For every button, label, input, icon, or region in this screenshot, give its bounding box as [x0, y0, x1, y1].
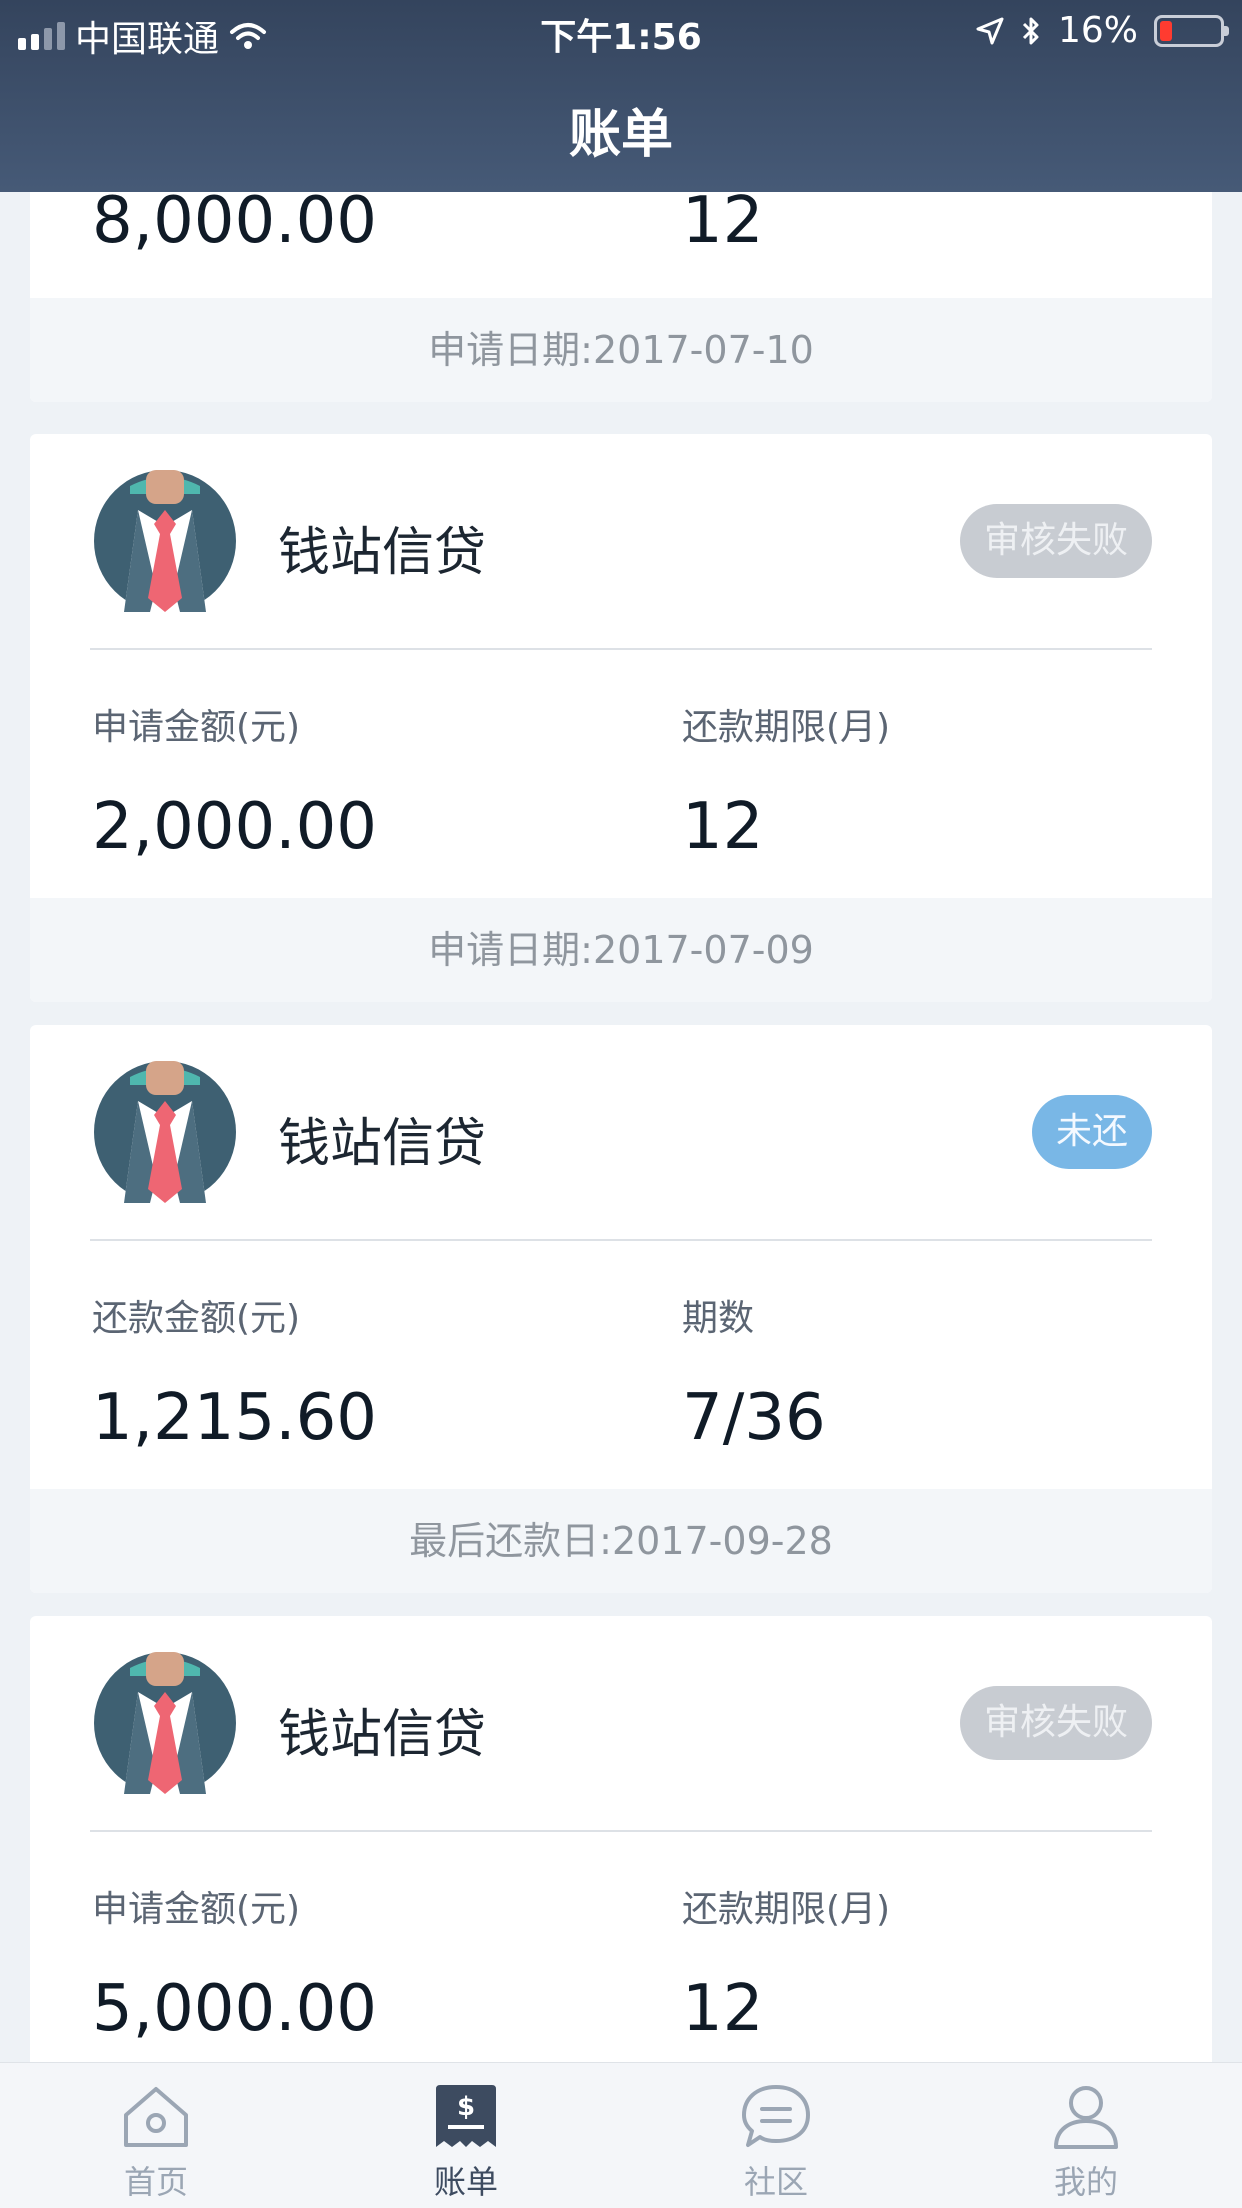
card-footer-date: 申请日期:2017-07-09 [30, 898, 1212, 1002]
card-footer-date: 申请日期:2017-07-10 [30, 298, 1212, 402]
lender-avatar-icon [94, 470, 236, 612]
lender-avatar-icon [94, 1652, 236, 1794]
repay-amount-label: 还款金额(元) [92, 1298, 301, 1339]
user-icon [1054, 2086, 1118, 2149]
tab-home-label: 首页 [123, 2163, 188, 2201]
term-value: 12 [682, 184, 764, 258]
period-value: 7/36 [682, 1381, 826, 1455]
status-badge: 审核失败 [959, 504, 1152, 578]
page-title: 账单 [568, 105, 673, 165]
amount-value: 8,000.00 [92, 184, 377, 258]
bill-card[interactable]: 钱站信贷 审核失败 申请金额(元) 2,000.00 还款期限(月) 12 申请… [30, 434, 1212, 1002]
tab-mine[interactable]: 我的 [996, 2081, 1176, 2203]
status-bar: 中国联通 下午1:56 16% [0, 0, 1242, 64]
amount-label: 申请金额(元) [92, 707, 301, 748]
status-badge: 审核失败 [959, 1686, 1152, 1760]
tab-bill-label: 账单 [433, 2163, 498, 2201]
tab-mine-label: 我的 [1053, 2163, 1118, 2201]
nav-header: 中国联通 下午1:56 16% 账单 [0, 0, 1242, 192]
bill-card[interactable]: 钱站信贷 未还 还款金额(元) 1,215.60 期数 7/36 最后还款日:2… [30, 1025, 1212, 1593]
term-value: 12 [682, 1972, 764, 2046]
card-footer-due-date: 最后还款日:2017-09-28 [30, 1489, 1212, 1593]
tab-community-label: 社区 [743, 2163, 808, 2201]
amount-label: 申请金额(元) [92, 1889, 301, 1930]
battery-icon [1154, 14, 1229, 47]
tab-bar: 首页 $ 账单 社区 我的 [0, 2062, 1242, 2208]
lender-avatar-icon [94, 1061, 236, 1203]
lender-name: 钱站信贷 [278, 1705, 487, 1765]
tab-community[interactable]: 社区 [686, 2081, 866, 2203]
repay-amount-value: 1,215.60 [92, 1381, 377, 1455]
location-arrow-icon [976, 17, 1004, 44]
bill-card[interactable]: 钱站信贷 审核失败 申请金额(元) 5,000.00 还款期限(月) 12 [30, 1616, 1212, 2136]
tab-home[interactable]: 首页 [66, 2081, 246, 2203]
term-value: 12 [682, 790, 764, 864]
battery-percent: 16% [1057, 10, 1138, 51]
bluetooth-icon [1022, 17, 1039, 44]
svg-text:$: $ [457, 2092, 475, 2122]
term-label: 还款期限(月) [682, 1889, 891, 1930]
lender-name: 钱站信贷 [278, 1114, 487, 1174]
period-label: 期数 [682, 1298, 755, 1339]
amount-value: 2,000.00 [92, 790, 377, 864]
lender-name: 钱站信贷 [278, 523, 487, 583]
bill-icon: $ [436, 2085, 496, 2147]
status-badge: 未还 [1031, 1095, 1152, 1169]
home-icon [124, 2087, 188, 2147]
chat-bubble-icon [742, 2085, 810, 2147]
term-label: 还款期限(月) [682, 707, 891, 748]
amount-value: 5,000.00 [92, 1972, 377, 2046]
tab-bill[interactable]: $ 账单 [376, 2081, 556, 2203]
